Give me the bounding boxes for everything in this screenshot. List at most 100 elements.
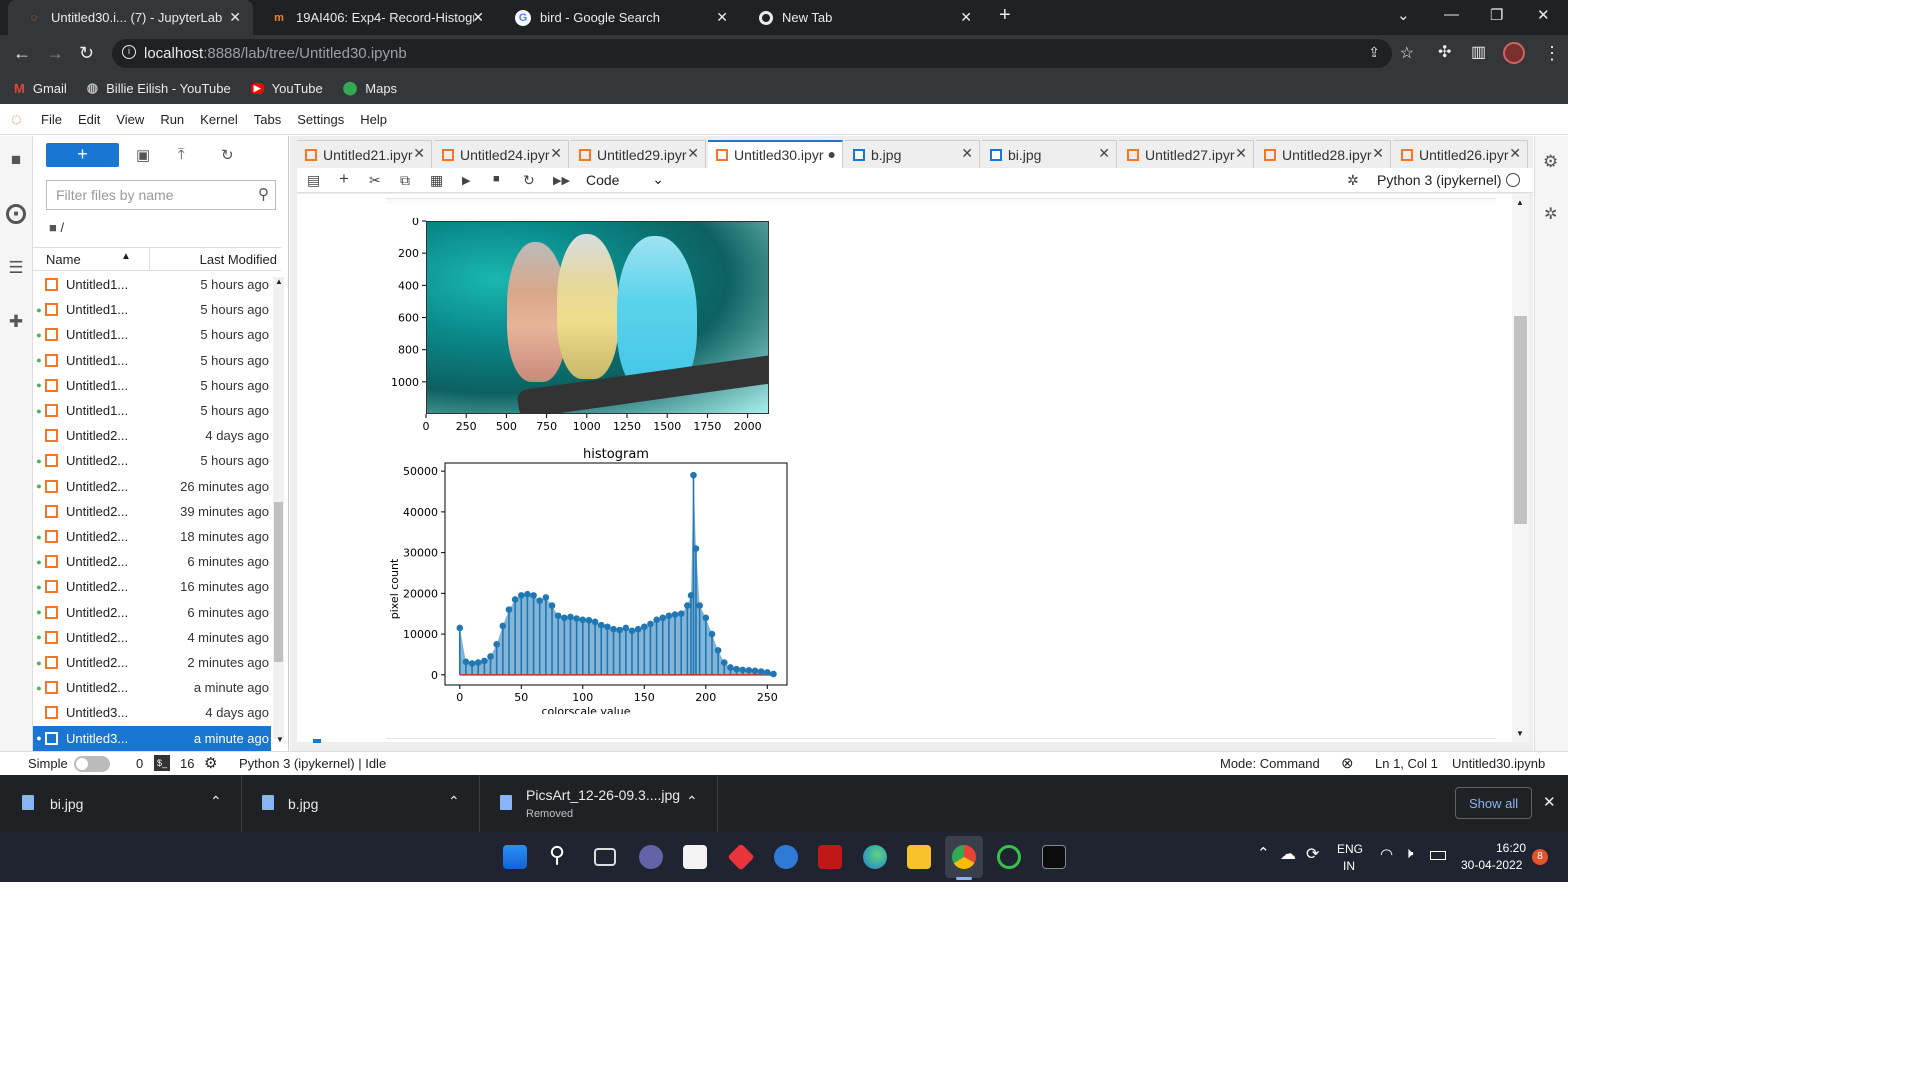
chevron-up-icon[interactable]: ⌃	[686, 793, 698, 810]
scroll-thumb[interactable]	[1514, 316, 1527, 524]
running-icon[interactable]: ■	[6, 204, 26, 224]
file-row[interactable]: ● Untitled1... 5 hours ago	[33, 398, 271, 423]
file-row[interactable]: ● Untitled2... 26 minutes ago	[33, 474, 271, 499]
new-tab-icon[interactable]: +	[999, 4, 1011, 27]
doc-tab[interactable]: Untitled28.ipyr ✕	[1256, 140, 1391, 168]
breadcrumb[interactable]: ■ /	[49, 220, 64, 235]
file-row[interactable]: Untitled3... 4 days ago	[33, 700, 271, 725]
help-icon[interactable]	[774, 845, 798, 869]
clock-time[interactable]: 16:20	[1496, 841, 1526, 855]
mcafee-icon[interactable]	[818, 845, 842, 869]
close-icon[interactable]: ✕	[1098, 145, 1110, 162]
unsaved-dot-icon[interactable]: ●	[828, 146, 836, 162]
run-all-icon[interactable]: ▶▶	[553, 174, 570, 187]
file-row[interactable]: ● Untitled2... a minute ago	[33, 675, 271, 700]
teams-icon[interactable]	[639, 845, 663, 869]
browser-tab-moodle[interactable]: m 19AI406: Exp4- Record-Histogran ✕	[253, 0, 496, 35]
menu-run[interactable]: Run	[152, 112, 192, 127]
bookmark-gmail[interactable]: M Gmail	[14, 81, 67, 96]
language-code[interactable]: ENG	[1337, 842, 1363, 856]
file-row[interactable]: ● Untitled1... 5 hours ago	[33, 348, 271, 373]
file-filter-input[interactable]: Filter files by name ⚲	[46, 180, 276, 210]
window-close-icon[interactable]: ✕	[1537, 6, 1550, 24]
scroll-up-arrow[interactable]: ▲	[1516, 198, 1524, 207]
file-row[interactable]: ● Untitled2... 6 minutes ago	[33, 549, 271, 574]
new-folder-icon[interactable]: ▣	[136, 146, 150, 164]
file-row[interactable]: ● Untitled2... 6 minutes ago	[33, 600, 271, 625]
file-row[interactable]: Untitled2... 39 minutes ago	[33, 499, 271, 524]
scroll-thumb[interactable]	[274, 502, 283, 662]
bookmark-maps[interactable]: ⬤ Maps	[343, 80, 397, 96]
notification-badge[interactable]: 8	[1532, 849, 1548, 865]
close-icon[interactable]: ✕	[1509, 145, 1521, 162]
cell-type-select[interactable]: Code ⌄	[586, 171, 664, 188]
column-last-modified[interactable]: Last Modified	[200, 252, 277, 267]
bookmark-billie[interactable]: ◍ Billie Eilish - YouTube	[87, 80, 231, 96]
doc-tab[interactable]: Untitled27.ipyr ✕	[1119, 140, 1254, 168]
file-row[interactable]: ● Untitled2... 2 minutes ago	[33, 650, 271, 675]
menu-tabs[interactable]: Tabs	[246, 112, 289, 127]
folder-icon[interactable]: ■	[6, 150, 26, 170]
doc-tab[interactable]: b.jpg ✕	[845, 140, 980, 168]
edge-icon[interactable]	[863, 845, 887, 869]
file-row[interactable]: ● Untitled2... 5 hours ago	[33, 448, 271, 473]
file-row[interactable]: Untitled2... 4 days ago	[33, 423, 271, 448]
cursor-position[interactable]: Ln 1, Col 1	[1375, 756, 1438, 771]
notebook-scrollbar[interactable]: ▲ ▼	[1512, 194, 1529, 742]
cut-icon[interactable]: ✂	[369, 172, 381, 189]
chrome-menu-icon[interactable]: ⋮	[1543, 43, 1561, 63]
loading-app-icon[interactable]	[997, 845, 1021, 869]
file-row[interactable]: ● Untitled1... 5 hours ago	[33, 322, 271, 347]
restore-icon[interactable]: ❐	[1490, 6, 1503, 24]
file-explorer-icon[interactable]	[907, 845, 931, 869]
close-icon[interactable]: ✕	[716, 9, 728, 26]
debugger-icon[interactable]: ✲	[1544, 204, 1557, 224]
menu-kernel[interactable]: Kernel	[192, 112, 246, 127]
close-icon[interactable]: ✕	[550, 145, 562, 162]
debugger-icon[interactable]: ✲	[1347, 172, 1359, 189]
paste-icon[interactable]: ▦	[430, 172, 443, 189]
extension-icon[interactable]: ✚	[6, 312, 26, 332]
insert-cell-icon[interactable]: +	[339, 169, 349, 189]
browser-tab-jupyter[interactable]: ◌ Untitled30.i... (7) - JupyterLab ✕	[8, 0, 253, 35]
tab-search-icon[interactable]: ⌄	[1397, 6, 1410, 24]
onedrive-icon[interactable]: ☁	[1280, 844, 1296, 864]
chevron-up-icon[interactable]: ⌃	[210, 793, 222, 810]
cell-collapser[interactable]	[313, 739, 321, 743]
save-icon[interactable]: ▤	[307, 172, 320, 189]
menu-view[interactable]: View	[108, 112, 152, 127]
chevron-up-icon[interactable]: ⌃	[448, 793, 460, 810]
file-row[interactable]: ● Untitled2... 4 minutes ago	[33, 625, 271, 650]
download-item[interactable]: PicsArt_12-26-09.3....jpg Removed ⌃	[480, 775, 718, 832]
chrome-icon[interactable]	[952, 845, 976, 869]
volume-muted-icon[interactable]: 🕨	[1404, 845, 1413, 862]
doc-tab[interactable]: Untitled21.ipyr ✕	[297, 140, 432, 168]
stop-icon[interactable]: ■	[493, 173, 500, 185]
no-errors-icon[interactable]: ⊗	[1341, 754, 1354, 772]
side-panel-icon[interactable]: ▥	[1471, 43, 1486, 63]
run-icon[interactable]: ▶	[462, 174, 470, 187]
close-icon[interactable]: ✕	[961, 145, 973, 162]
show-hidden-icons[interactable]: ⌃	[1257, 844, 1270, 862]
windows-start-icon[interactable]	[503, 845, 527, 869]
copy-icon[interactable]: ⧉	[400, 172, 410, 189]
close-icon[interactable]: ✕	[229, 9, 241, 26]
column-name[interactable]: Name	[46, 252, 81, 267]
wifi-icon[interactable]: ◠	[1380, 845, 1393, 863]
scroll-down-arrow[interactable]: ▼	[1516, 729, 1524, 738]
clock-date[interactable]: 30-04-2022	[1461, 858, 1522, 872]
file-list-scrollbar[interactable]: ▲	[273, 277, 284, 739]
file-row[interactable]: ● Untitled2... 18 minutes ago	[33, 524, 271, 549]
close-icon[interactable]: ✕	[960, 9, 972, 26]
kernel-count[interactable]: 16	[180, 756, 194, 771]
file-row[interactable]: ● Untitled2... 16 minutes ago	[33, 574, 271, 599]
language-region[interactable]: IN	[1343, 859, 1355, 873]
terminal-icon[interactable]	[1042, 845, 1066, 869]
site-info-icon[interactable]: i	[122, 45, 136, 59]
close-icon[interactable]: ✕	[472, 9, 484, 26]
menu-settings[interactable]: Settings	[289, 112, 352, 127]
minimize-icon[interactable]: —	[1444, 6, 1459, 23]
battery-icon[interactable]	[1430, 851, 1446, 860]
terminal-count[interactable]: 0	[136, 756, 143, 771]
share-icon[interactable]: ⇪	[1368, 44, 1380, 61]
